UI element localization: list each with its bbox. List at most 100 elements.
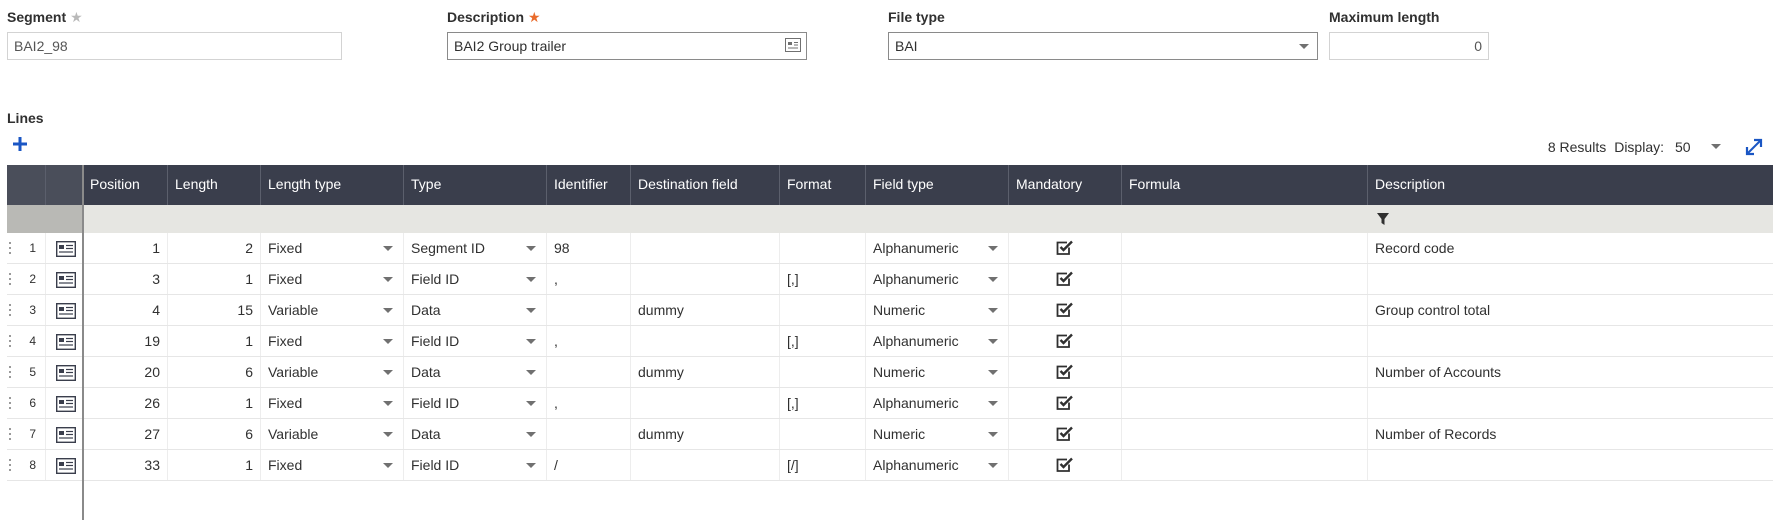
destination-field-cell[interactable]: dummy	[631, 295, 780, 325]
length-type-select[interactable]: Fixed	[261, 450, 404, 480]
mandatory-cell[interactable]	[1009, 388, 1122, 418]
table-row[interactable]: 4 19 1 Fixed Field ID , [,] Alphanumeric	[7, 326, 1773, 357]
row-detail-cell[interactable]	[46, 264, 83, 294]
filter-icon[interactable]	[1376, 212, 1390, 226]
expand-icon[interactable]	[1743, 136, 1765, 158]
col-header-mandatory[interactable]: Mandatory	[1009, 165, 1122, 205]
row-detail-cell[interactable]	[46, 388, 83, 418]
length-type-select[interactable]: Fixed	[261, 264, 404, 294]
length-type-select[interactable]: Fixed	[261, 233, 404, 263]
format-cell[interactable]	[780, 419, 866, 449]
format-cell[interactable]	[780, 357, 866, 387]
length-type-select[interactable]: Variable	[261, 357, 404, 387]
description-cell[interactable]	[1368, 450, 1773, 480]
description-cell[interactable]: Record code	[1368, 233, 1773, 263]
identifier-cell[interactable]	[547, 419, 631, 449]
row-detail-cell[interactable]	[46, 326, 83, 356]
row-detail-icon[interactable]	[56, 303, 76, 319]
drag-handle-icon[interactable]	[9, 428, 12, 442]
length-cell[interactable]: 1	[168, 450, 261, 480]
field-type-select[interactable]: Alphanumeric	[866, 264, 1009, 294]
format-cell[interactable]: [,]	[780, 388, 866, 418]
mandatory-cell[interactable]	[1009, 326, 1122, 356]
col-header-length[interactable]: Length	[168, 165, 261, 205]
formula-cell[interactable]	[1122, 326, 1368, 356]
position-cell[interactable]: 20	[83, 357, 168, 387]
description-input[interactable]: BAI2 Group trailer	[447, 32, 807, 60]
mandatory-cell[interactable]	[1009, 450, 1122, 480]
table-row[interactable]: 1 1 2 Fixed Segment ID 98 Alphanumeric R…	[7, 233, 1773, 264]
checkbox-checked-icon[interactable]	[1056, 271, 1074, 287]
row-detail-cell[interactable]	[46, 295, 83, 325]
row-number[interactable]: 1	[7, 233, 46, 263]
position-cell[interactable]: 3	[83, 264, 168, 294]
table-row[interactable]: 7 27 6 Variable Data dummy Numeric Numbe…	[7, 419, 1773, 450]
description-cell[interactable]	[1368, 388, 1773, 418]
format-cell[interactable]: [/]	[780, 450, 866, 480]
checkbox-checked-icon[interactable]	[1056, 426, 1074, 442]
destination-field-cell[interactable]: dummy	[631, 419, 780, 449]
checkbox-checked-icon[interactable]	[1056, 457, 1074, 473]
mandatory-cell[interactable]	[1009, 419, 1122, 449]
display-count-select[interactable]: 50	[1675, 137, 1725, 157]
drag-handle-icon[interactable]	[9, 459, 12, 473]
col-header-length-type[interactable]: Length type	[261, 165, 404, 205]
col-header-format[interactable]: Format	[780, 165, 866, 205]
formula-cell[interactable]	[1122, 233, 1368, 263]
formula-cell[interactable]	[1122, 357, 1368, 387]
table-row[interactable]: 5 20 6 Variable Data dummy Numeric Numbe…	[7, 357, 1773, 388]
destination-field-cell[interactable]	[631, 326, 780, 356]
position-cell[interactable]: 26	[83, 388, 168, 418]
formula-cell[interactable]	[1122, 264, 1368, 294]
identifier-cell[interactable]	[547, 295, 631, 325]
field-type-select[interactable]: Alphanumeric	[866, 326, 1009, 356]
mandatory-cell[interactable]	[1009, 295, 1122, 325]
drag-handle-icon[interactable]	[9, 273, 12, 287]
drag-handle-icon[interactable]	[9, 335, 12, 349]
formula-cell[interactable]	[1122, 388, 1368, 418]
drag-handle-icon[interactable]	[9, 304, 12, 318]
length-cell[interactable]: 1	[168, 264, 261, 294]
formula-cell[interactable]	[1122, 450, 1368, 480]
table-row[interactable]: 8 33 1 Fixed Field ID / [/] Alphanumeric	[7, 450, 1773, 481]
type-select[interactable]: Field ID	[404, 450, 547, 480]
col-header-position[interactable]: Position	[83, 165, 168, 205]
drag-handle-icon[interactable]	[9, 242, 12, 256]
row-detail-icon[interactable]	[56, 427, 76, 443]
identifier-cell[interactable]	[547, 357, 631, 387]
identifier-cell[interactable]: ,	[547, 264, 631, 294]
col-header-type[interactable]: Type	[404, 165, 547, 205]
plus-icon[interactable]	[12, 136, 28, 152]
destination-field-cell[interactable]	[631, 264, 780, 294]
mandatory-cell[interactable]	[1009, 233, 1122, 263]
length-type-select[interactable]: Fixed	[261, 388, 404, 418]
description-cell[interactable]: Number of Records	[1368, 419, 1773, 449]
destination-field-cell[interactable]	[631, 450, 780, 480]
format-cell[interactable]	[780, 233, 866, 263]
translation-card-icon[interactable]	[785, 38, 801, 52]
row-number[interactable]: 7	[7, 419, 46, 449]
identifier-cell[interactable]: 98	[547, 233, 631, 263]
row-detail-cell[interactable]	[46, 419, 83, 449]
identifier-cell[interactable]: /	[547, 450, 631, 480]
position-cell[interactable]: 19	[83, 326, 168, 356]
length-cell[interactable]: 6	[168, 419, 261, 449]
type-select[interactable]: Data	[404, 419, 547, 449]
format-cell[interactable]: [,]	[780, 264, 866, 294]
checkbox-checked-icon[interactable]	[1056, 240, 1074, 256]
col-header-description[interactable]: Description	[1368, 165, 1773, 205]
row-number[interactable]: 8	[7, 450, 46, 480]
type-select[interactable]: Field ID	[404, 388, 547, 418]
checkbox-checked-icon[interactable]	[1056, 333, 1074, 349]
row-detail-icon[interactable]	[56, 458, 76, 474]
row-detail-icon[interactable]	[56, 241, 76, 257]
field-type-select[interactable]: Alphanumeric	[866, 233, 1009, 263]
length-cell[interactable]: 1	[168, 388, 261, 418]
drag-handle-icon[interactable]	[9, 397, 12, 411]
col-header-field-type[interactable]: Field type	[866, 165, 1009, 205]
format-cell[interactable]: [,]	[780, 326, 866, 356]
file-type-select[interactable]: BAI	[888, 32, 1318, 60]
mandatory-cell[interactable]	[1009, 264, 1122, 294]
description-cell[interactable]: Group control total	[1368, 295, 1773, 325]
type-select[interactable]: Segment ID	[404, 233, 547, 263]
